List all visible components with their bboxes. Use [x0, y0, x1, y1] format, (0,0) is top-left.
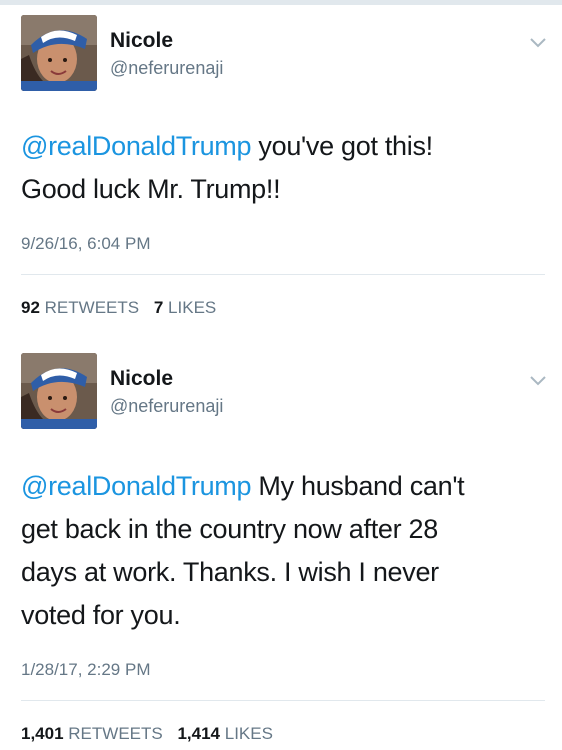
retweet-label[interactable]: RETWEETS — [68, 724, 162, 743]
like-label[interactable]: LIKES — [225, 724, 273, 743]
like-count[interactable]: 7 — [154, 298, 163, 317]
tweet-text-line: days at work. Thanks. I wish I never — [21, 557, 439, 587]
tweet-text-line: you've got this! — [251, 131, 433, 161]
tweet-text-line: voted for you. — [21, 600, 181, 630]
engagement-stats: 1,401 RETWEETS 1,414 LIKES — [21, 724, 273, 744]
divider — [21, 274, 545, 275]
tweet-text: @realDonaldTrump you've got this! Good l… — [21, 125, 541, 211]
retweet-count[interactable]: 1,401 — [21, 724, 64, 743]
retweet-label[interactable]: RETWEETS — [45, 298, 139, 317]
tweet-text: @realDonaldTrump My husband can't get ba… — [21, 465, 541, 637]
timestamp[interactable]: 9/26/16, 6:04 PM — [21, 234, 150, 254]
retweet-count[interactable]: 92 — [21, 298, 40, 317]
mention-link[interactable]: @realDonaldTrump — [21, 471, 252, 501]
like-count[interactable]: 1,414 — [177, 724, 220, 743]
tweet-text-line: Good luck Mr. Trump!! — [21, 174, 281, 204]
avatar[interactable] — [21, 353, 97, 429]
chevron-down-icon[interactable] — [528, 36, 548, 50]
tweet-2[interactable]: Nicole @neferurenaji @realDonaldTrump My… — [0, 338, 562, 750]
display-name[interactable]: Nicole — [110, 367, 173, 391]
timestamp[interactable]: 1/28/17, 2:29 PM — [21, 660, 150, 680]
mention-link[interactable]: @realDonaldTrump — [21, 131, 252, 161]
user-handle[interactable]: @neferurenaji — [110, 396, 223, 417]
divider — [21, 700, 545, 701]
tweet-1[interactable]: Nicole @neferurenaji @realDonaldTrump yo… — [0, 0, 562, 330]
user-handle[interactable]: @neferurenaji — [110, 58, 223, 79]
display-name[interactable]: Nicole — [110, 29, 173, 53]
engagement-stats: 92 RETWEETS 7 LIKES — [21, 298, 216, 318]
avatar[interactable] — [21, 15, 97, 91]
like-label[interactable]: LIKES — [168, 298, 216, 317]
chevron-down-icon[interactable] — [528, 374, 548, 388]
tweet-text-line: get back in the country now after 28 — [21, 514, 438, 544]
tweet-text-line: My husband can't — [251, 471, 465, 501]
